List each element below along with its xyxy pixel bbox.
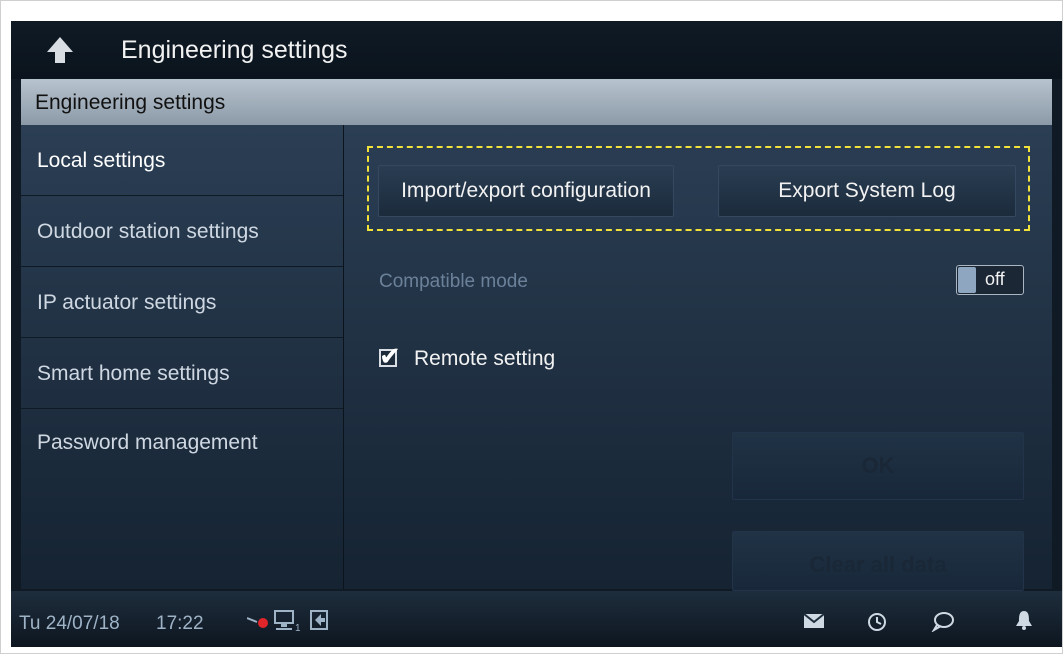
clear-all-data-button[interactable]: Clear all data: [732, 531, 1024, 591]
mail-icon[interactable]: [803, 613, 825, 634]
page-title: Engineering settings: [121, 36, 348, 64]
remote-setting-checkbox[interactable]: ✔: [379, 341, 401, 371]
camera-recording-icon[interactable]: [246, 613, 271, 636]
ok-button[interactable]: OK: [732, 432, 1024, 500]
device-screen: Engineering settings Engineering setting…: [11, 21, 1062, 647]
sidebar-item-ip-actuator-settings[interactable]: IP actuator settings: [21, 267, 343, 338]
sidebar-item-outdoor-station-settings[interactable]: Outdoor station settings: [21, 196, 343, 267]
toggle-knob: [958, 267, 976, 293]
compatible-mode-toggle[interactable]: off: [956, 265, 1024, 295]
sidebar-item-local-settings[interactable]: Local settings: [21, 125, 343, 196]
status-bar: Tu 24/07/18 17:22 1: [11, 591, 1062, 647]
network-device-icon[interactable]: 1: [273, 609, 303, 638]
sidebar-item-label: IP actuator settings: [37, 291, 217, 314]
toggle-state-label: off: [985, 269, 1005, 289]
import-export-configuration-button[interactable]: Import/export configuration: [378, 165, 674, 217]
compatible-mode-label: Compatible mode: [379, 271, 528, 292]
svg-text:1: 1: [295, 623, 301, 633]
checkmark-icon: ✔: [379, 341, 401, 371]
sidebar-item-smart-home-settings[interactable]: Smart home settings: [21, 338, 343, 409]
chat-icon[interactable]: [931, 610, 955, 637]
back-arrow-icon[interactable]: [45, 35, 75, 65]
export-system-log-button[interactable]: Export System Log: [718, 165, 1016, 217]
remote-setting-label: Remote setting: [414, 347, 556, 370]
settings-panel: Import/export configuration Export Syste…: [344, 125, 1052, 591]
bell-icon[interactable]: [1014, 609, 1034, 636]
sidebar-item-label: Password management: [37, 431, 258, 454]
title-bar: Engineering settings: [11, 21, 1062, 79]
content-area: Local settings Outdoor station settings …: [21, 125, 1052, 591]
status-date: Tu 24/07/18: [19, 613, 120, 634]
sidebar-item-label: Outdoor station settings: [37, 220, 259, 243]
history-icon[interactable]: [866, 611, 888, 638]
section-header: Engineering settings: [21, 79, 1052, 125]
section-header-label: Engineering settings: [35, 91, 226, 114]
status-time: 17:22: [156, 613, 204, 634]
sidebar-item-password-management[interactable]: Password management: [21, 409, 343, 479]
sidebar-item-label: Local settings: [37, 149, 166, 172]
sidebar-item-label: Smart home settings: [37, 362, 230, 385]
sidebar: Local settings Outdoor station settings …: [21, 125, 344, 589]
screenshot-frame: Engineering settings Engineering setting…: [0, 0, 1063, 654]
exit-icon[interactable]: [309, 609, 331, 636]
